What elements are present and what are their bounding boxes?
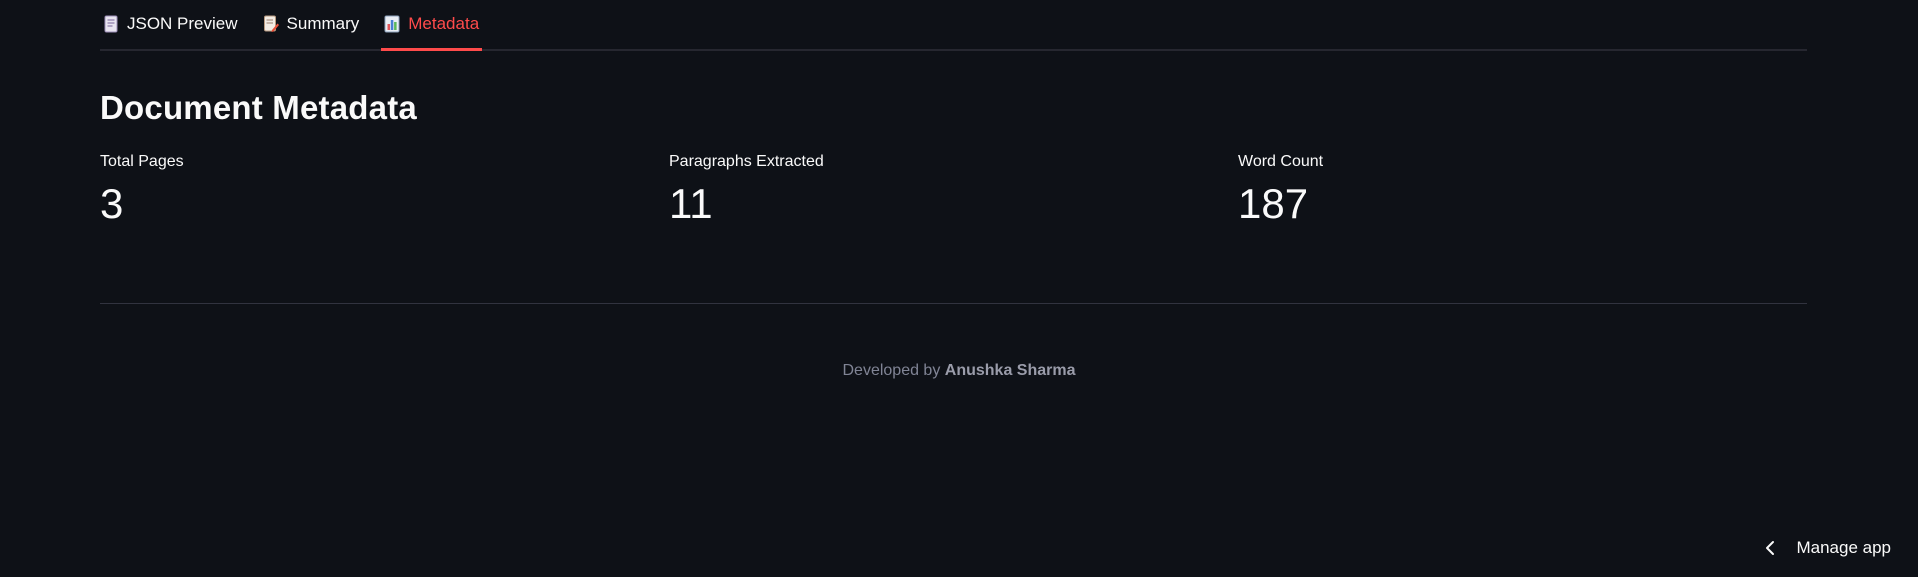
- metric-total-pages: Total Pages 3: [100, 153, 669, 229]
- tab-summary[interactable]: Summary: [260, 0, 363, 49]
- bar-chart-icon: [384, 15, 400, 33]
- page-title: Document Metadata: [100, 89, 417, 126]
- tab-label: JSON Preview: [127, 13, 238, 33]
- metric-paragraphs-extracted: Paragraphs Extracted 11: [669, 153, 1238, 229]
- app-page: JSON Preview Summary Metadata Document M…: [0, 0, 1918, 577]
- tab-json-preview[interactable]: JSON Preview: [100, 0, 241, 49]
- tab-metadata[interactable]: Metadata: [381, 0, 483, 51]
- footer-credit: Developed by Anushka Sharma: [0, 362, 1918, 380]
- document-icon: [103, 15, 119, 33]
- footer-prefix: Developed by: [842, 362, 945, 379]
- chevron-left-icon: [1764, 540, 1776, 556]
- tab-label: Metadata: [408, 13, 480, 33]
- document-pencil-icon: [263, 15, 279, 33]
- metrics-row: Total Pages 3 Paragraphs Extracted 11 Wo…: [100, 153, 1807, 229]
- metric-word-count: Word Count 187: [1238, 153, 1807, 229]
- metric-value: 3: [100, 180, 124, 227]
- metric-value: 187: [1238, 180, 1309, 227]
- metric-label: Total Pages: [100, 153, 184, 170]
- main-content: JSON Preview Summary Metadata Document M…: [100, 0, 1807, 229]
- manage-app-button[interactable]: Manage app: [1764, 538, 1891, 558]
- metric-value: 11: [669, 180, 713, 227]
- manage-app-label: Manage app: [1796, 538, 1891, 557]
- footer-author: Anushka Sharma: [944, 362, 1076, 379]
- metric-label: Word Count: [1238, 153, 1324, 170]
- tab-label: Summary: [286, 13, 360, 33]
- metric-label: Paragraphs Extracted: [669, 153, 824, 170]
- divider: [100, 303, 1807, 304]
- tab-bar: JSON Preview Summary Metadata: [100, 0, 1807, 51]
